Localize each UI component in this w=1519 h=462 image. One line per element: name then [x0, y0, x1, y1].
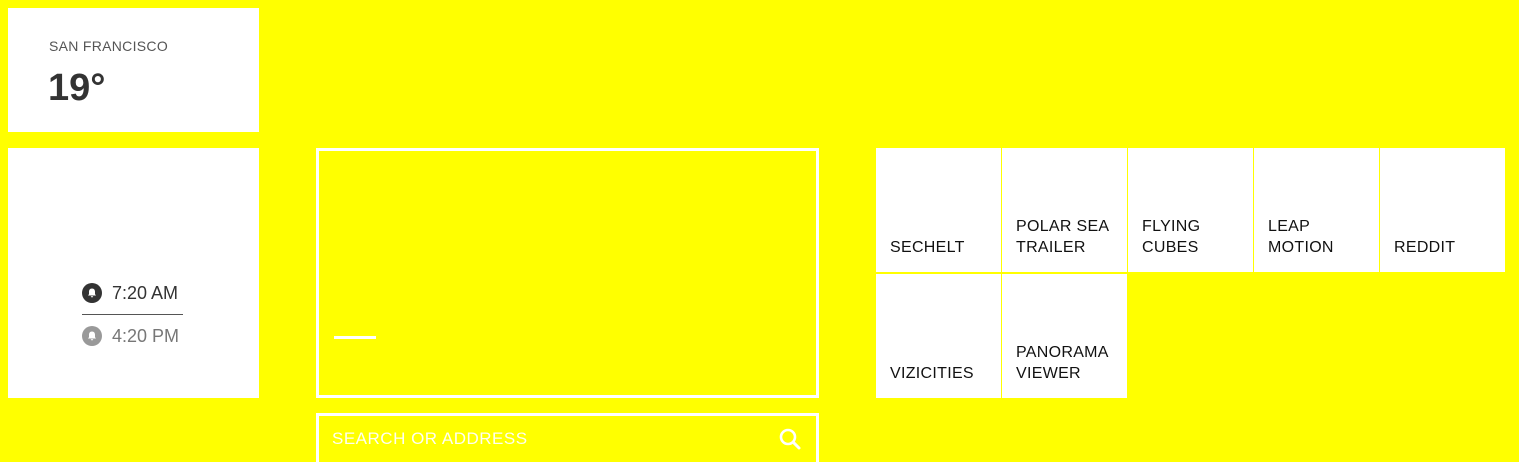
content-frame[interactable]	[316, 148, 819, 398]
alarm-time: 4:20 PM	[112, 325, 180, 346]
bookmark-label: LEAP MOTION	[1268, 218, 1334, 256]
new-tab-page: SAN FRANCISCO 19° 7:20 AM 4:20 PM SEARCH…	[0, 0, 1519, 462]
bookmark-label: POLAR SEA TRAILER	[1016, 218, 1110, 256]
alarm-time: 7:20 AM	[112, 282, 179, 303]
weather-temperature: 19°	[48, 67, 106, 109]
search-box[interactable]	[316, 413, 819, 462]
alarm-item[interactable]: 7:20 AM	[82, 281, 192, 305]
bookmark-tile-polar-sea-trailer[interactable]: POLAR SEA TRAILER	[1002, 148, 1127, 272]
bookmark-tile-leap-motion[interactable]: LEAP MOTION	[1254, 148, 1379, 272]
alarm-item[interactable]: 4:20 PM	[82, 324, 192, 348]
alarm-divider	[82, 314, 183, 315]
search-icon[interactable]	[778, 427, 802, 451]
search-input[interactable]	[332, 424, 762, 454]
bookmark-tile-reddit[interactable]: REDDIT	[1380, 148, 1505, 272]
bookmark-label: PANORAMA VIEWER	[1016, 344, 1109, 382]
bookmark-label: VIZICITIES	[890, 365, 974, 382]
bookmark-label: REDDIT	[1394, 239, 1456, 256]
bell-icon	[82, 326, 102, 346]
bell-icon	[82, 283, 102, 303]
alarms-card[interactable]: 7:20 AM 4:20 PM	[8, 148, 259, 398]
bookmark-label: SECHELT	[890, 239, 965, 256]
bookmark-tile-flying-cubes[interactable]: FLYING CUBES	[1128, 148, 1253, 272]
weather-card[interactable]: SAN FRANCISCO 19°	[8, 8, 259, 132]
bookmark-label: FLYING CUBES	[1142, 218, 1201, 256]
bookmarks-grid: SECHELT POLAR SEA TRAILER FLYING CUBES L…	[876, 148, 1506, 399]
frame-dash	[334, 336, 376, 339]
bookmark-tile-panorama-viewer[interactable]: PANORAMA VIEWER	[1002, 274, 1127, 398]
bookmark-tile-sechelt[interactable]: SECHELT	[876, 148, 1001, 272]
bookmark-tile-vizicities[interactable]: VIZICITIES	[876, 274, 1001, 398]
weather-city: SAN FRANCISCO	[49, 38, 169, 54]
